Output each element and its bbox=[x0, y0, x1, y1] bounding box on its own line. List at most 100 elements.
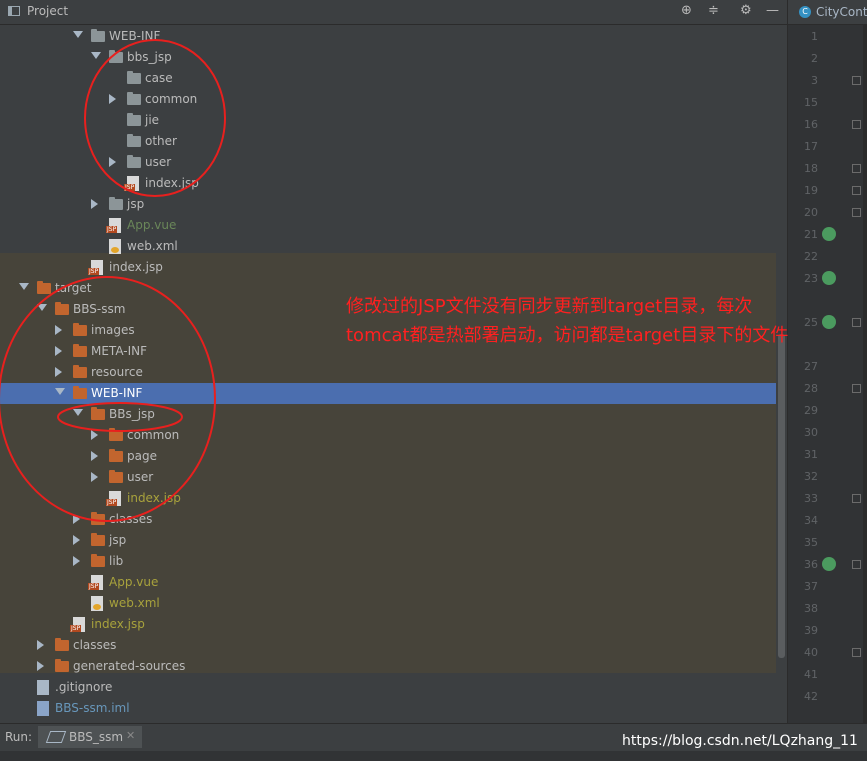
tree-row[interactable]: common bbox=[0, 425, 787, 446]
tree-row[interactable]: WEB-INF bbox=[0, 383, 787, 404]
editor-code-area[interactable] bbox=[863, 25, 867, 723]
editor-tab[interactable]: C CityContr bbox=[788, 0, 867, 25]
tree-row[interactable]: App.vue bbox=[0, 215, 787, 236]
chevron-right-icon[interactable] bbox=[91, 199, 98, 209]
tree-row[interactable]: user bbox=[0, 467, 787, 488]
fold-icon[interactable] bbox=[852, 560, 861, 569]
tree-item-label: target bbox=[55, 281, 92, 295]
tree-row[interactable]: common bbox=[0, 89, 787, 110]
tree-row[interactable]: jie bbox=[0, 110, 787, 131]
scrollbar-thumb[interactable] bbox=[778, 334, 785, 658]
folder-icon bbox=[109, 197, 123, 210]
line-number: 38 bbox=[804, 602, 818, 615]
tree-row[interactable]: jsp bbox=[0, 194, 787, 215]
tree-item-label: user bbox=[127, 470, 154, 484]
chevron-right-icon[interactable] bbox=[109, 157, 116, 167]
folder-icon bbox=[55, 659, 69, 672]
tree-row[interactable]: classes bbox=[0, 635, 787, 656]
locate-icon[interactable]: ⊕ bbox=[681, 3, 692, 18]
tree-row[interactable]: page bbox=[0, 446, 787, 467]
line-number: 16 bbox=[804, 118, 818, 131]
tree-row[interactable]: user bbox=[0, 152, 787, 173]
chevron-right-icon[interactable] bbox=[55, 346, 62, 356]
fold-icon[interactable] bbox=[852, 318, 861, 327]
run-bar: Run: BBS_ssm ✕ https://blog.csdn.net/LQz… bbox=[0, 723, 867, 761]
tree-row[interactable]: BBs_jsp bbox=[0, 404, 787, 425]
fold-icon[interactable] bbox=[852, 76, 861, 85]
tree-row[interactable]: case bbox=[0, 68, 787, 89]
tree-row[interactable]: web.xml bbox=[0, 593, 787, 614]
tree-row[interactable]: jsp bbox=[0, 530, 787, 551]
chevron-right-icon[interactable] bbox=[37, 661, 44, 671]
module-file-icon bbox=[37, 701, 49, 716]
tree-item-label: index.jsp bbox=[109, 260, 163, 274]
implements-icon[interactable] bbox=[822, 227, 836, 241]
fold-icon[interactable] bbox=[852, 494, 861, 503]
chevron-down-icon[interactable] bbox=[55, 388, 65, 395]
folder-icon bbox=[73, 323, 87, 336]
chevron-right-icon[interactable] bbox=[91, 430, 98, 440]
tree-row[interactable]: index.jsp bbox=[0, 614, 787, 635]
tree-row[interactable]: bbs_jsp bbox=[0, 47, 787, 68]
tree-row[interactable]: WEB-INF bbox=[0, 26, 787, 47]
tree-row[interactable]: index.jsp bbox=[0, 173, 787, 194]
close-icon[interactable]: ✕ bbox=[126, 729, 135, 742]
chevron-down-icon[interactable] bbox=[19, 283, 29, 290]
fold-icon[interactable] bbox=[852, 186, 861, 195]
line-number: 3 bbox=[811, 74, 818, 87]
tree-row[interactable]: .gitignore bbox=[0, 677, 787, 698]
tree-row[interactable]: classes bbox=[0, 509, 787, 530]
implements-icon[interactable] bbox=[822, 557, 836, 571]
tree-row[interactable]: resource bbox=[0, 362, 787, 383]
chevron-down-icon[interactable] bbox=[73, 409, 83, 416]
tree-item-label: jsp bbox=[109, 533, 127, 547]
fold-icon[interactable] bbox=[852, 164, 861, 173]
tree-item-label: generated-sources bbox=[73, 659, 186, 673]
chevron-right-icon[interactable] bbox=[55, 367, 62, 377]
chevron-right-icon[interactable] bbox=[73, 514, 80, 524]
chevron-down-icon[interactable] bbox=[73, 31, 83, 38]
folder-icon bbox=[55, 638, 69, 651]
line-number: 37 bbox=[804, 580, 818, 593]
line-number: 32 bbox=[804, 470, 818, 483]
run-tab[interactable]: BBS_ssm ✕ bbox=[38, 726, 142, 748]
line-number: 19 bbox=[804, 184, 818, 197]
chevron-down-icon[interactable] bbox=[91, 52, 101, 59]
tree-item-label: BBS-ssm bbox=[73, 302, 126, 316]
tree-item-label: index.jsp bbox=[127, 491, 181, 505]
collapse-icon[interactable]: ≑ bbox=[708, 3, 719, 18]
chevron-down-icon[interactable] bbox=[37, 304, 47, 311]
tree-item-label: web.xml bbox=[127, 239, 178, 253]
tree-row[interactable]: index.jsp bbox=[0, 257, 787, 278]
fold-icon[interactable] bbox=[852, 648, 861, 657]
implements-icon[interactable] bbox=[822, 315, 836, 329]
tree-item-label: BBS-ssm.iml bbox=[55, 701, 130, 715]
line-number: 2 bbox=[811, 52, 818, 65]
tree-row[interactable]: web.xml bbox=[0, 236, 787, 257]
chevron-right-icon[interactable] bbox=[37, 640, 44, 650]
tree-row[interactable]: BBS-ssm.iml bbox=[0, 698, 787, 719]
folder-icon bbox=[55, 302, 69, 315]
tree-row[interactable]: lib bbox=[0, 551, 787, 572]
chevron-right-icon[interactable] bbox=[91, 451, 98, 461]
implements-icon[interactable] bbox=[822, 271, 836, 285]
fold-icon[interactable] bbox=[852, 208, 861, 217]
chevron-right-icon[interactable] bbox=[91, 472, 98, 482]
tree-row[interactable]: App.vue bbox=[0, 572, 787, 593]
folder-icon bbox=[109, 449, 123, 462]
tree-row[interactable]: other bbox=[0, 131, 787, 152]
tree-row[interactable]: index.jsp bbox=[0, 488, 787, 509]
jsp-file-icon bbox=[106, 491, 121, 506]
hide-icon[interactable]: — bbox=[766, 3, 779, 18]
tree-item-label: classes bbox=[73, 638, 117, 652]
tree-row[interactable]: generated-sources bbox=[0, 656, 787, 677]
fold-icon[interactable] bbox=[852, 120, 861, 129]
chevron-right-icon[interactable] bbox=[55, 325, 62, 335]
chevron-right-icon[interactable] bbox=[73, 535, 80, 545]
fold-icon[interactable] bbox=[852, 384, 861, 393]
chevron-right-icon[interactable] bbox=[109, 94, 116, 104]
chevron-right-icon[interactable] bbox=[73, 556, 80, 566]
gear-icon[interactable]: ⚙ bbox=[740, 3, 752, 18]
panel-title[interactable]: Project bbox=[27, 4, 68, 18]
folder-icon bbox=[109, 50, 123, 63]
